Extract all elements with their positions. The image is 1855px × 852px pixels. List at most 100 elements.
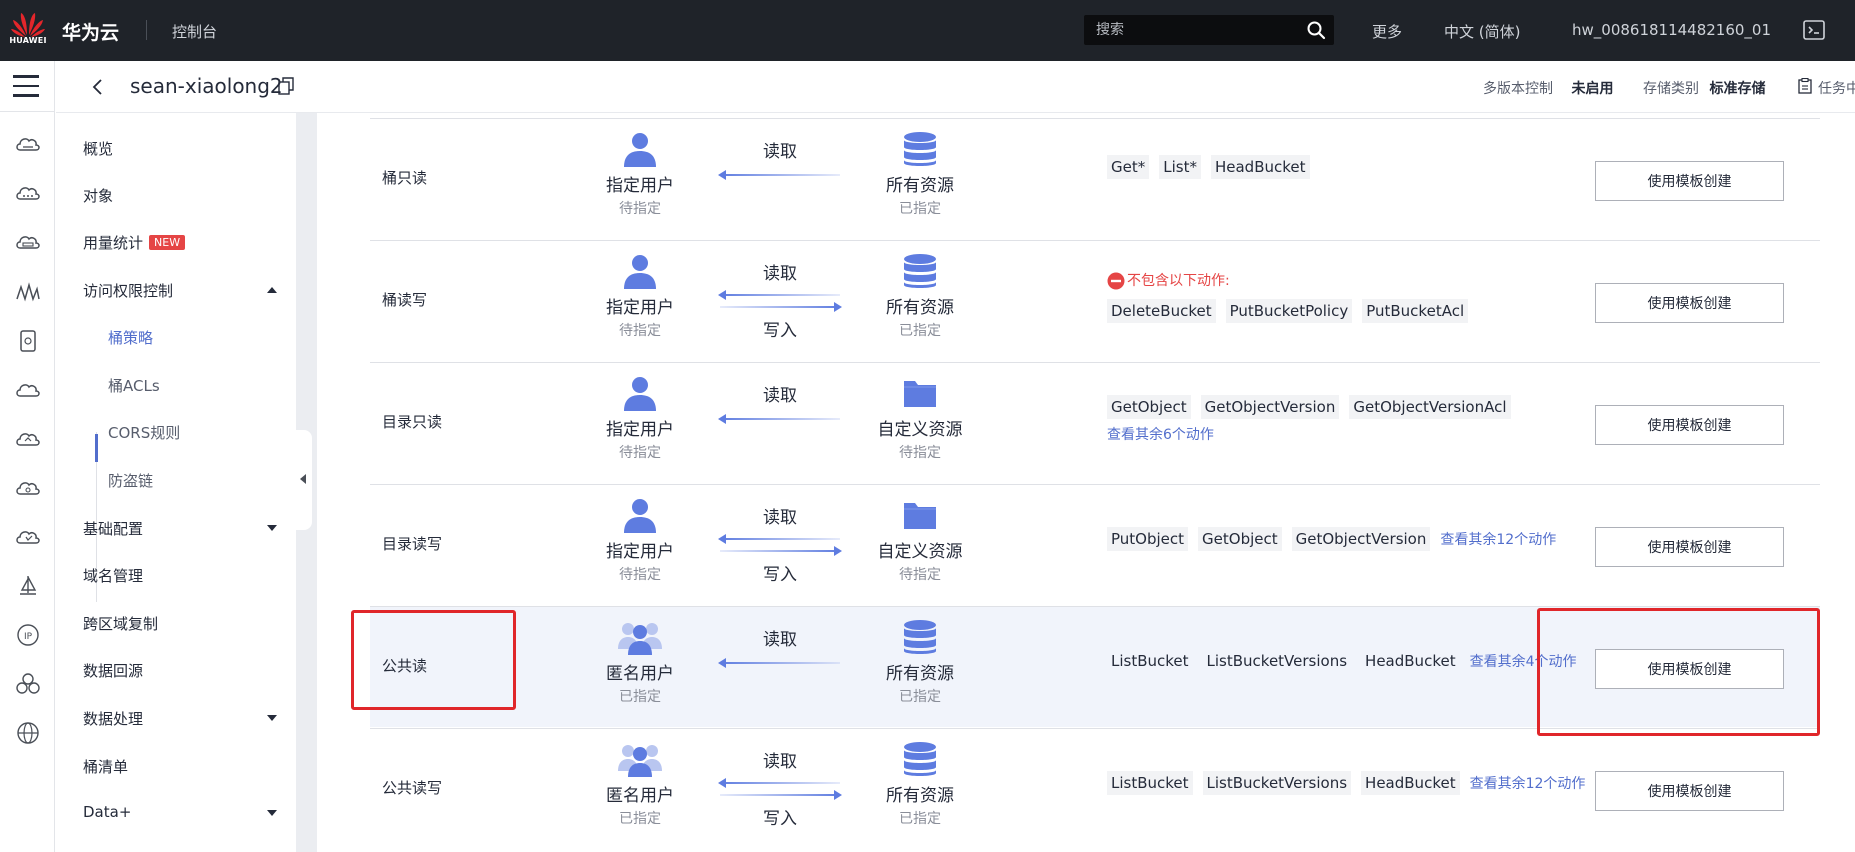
more-menu[interactable]: 更多 xyxy=(1372,21,1402,42)
create-from-template-button[interactable]: 使用模板创建 xyxy=(1595,405,1784,445)
nav-cors[interactable]: CORS规则 xyxy=(108,422,180,443)
task-icon[interactable] xyxy=(1798,78,1812,94)
principal: 匿名用户 已指定 xyxy=(580,741,700,828)
search-icon[interactable] xyxy=(1306,20,1326,40)
console-link[interactable]: 控制台 xyxy=(172,21,217,42)
chevron-down-icon[interactable] xyxy=(267,810,277,816)
cloud-shell-icon[interactable] xyxy=(1803,20,1825,40)
collapse-nav-button[interactable] xyxy=(292,430,312,530)
cloud-server-icon[interactable] xyxy=(15,132,41,158)
chevron-down-icon[interactable] xyxy=(267,525,277,531)
cloud-upload-icon[interactable] xyxy=(15,426,41,452)
sailboat-icon[interactable] xyxy=(15,573,41,599)
nav-bucket-acls[interactable]: 桶ACLs xyxy=(108,375,160,396)
task-center-link[interactable]: 任务中 xyxy=(1818,78,1855,98)
resource-status: 已指定 xyxy=(899,323,941,339)
resource-status: 已指定 xyxy=(899,201,941,217)
cloud-storage-icon[interactable] xyxy=(15,230,41,256)
create-from-template-button[interactable]: 使用模板创建 xyxy=(1595,283,1784,323)
principal-name: 指定用户 xyxy=(606,420,674,440)
write-arrow xyxy=(720,546,842,556)
chevron-down-icon[interactable] xyxy=(267,715,277,721)
more-actions-link[interactable]: 查看其余12个动作 xyxy=(1440,530,1556,550)
menu-icon[interactable] xyxy=(13,75,39,97)
write-label: 写入 xyxy=(763,809,797,829)
database-icon xyxy=(904,620,936,654)
storage-class-value: 标准存储 xyxy=(1709,81,1766,97)
principal-name: 指定用户 xyxy=(606,542,674,562)
action-tag: ListBucket xyxy=(1111,652,1189,670)
database-icon xyxy=(904,254,936,288)
nav-usage[interactable]: 用量统计 NEW xyxy=(83,232,186,253)
task-center-label[interactable]: 任务中 xyxy=(1818,81,1855,97)
chevron-up-icon[interactable] xyxy=(267,287,277,293)
brand-name[interactable]: 华为云 xyxy=(62,18,119,45)
database-icon xyxy=(904,132,936,166)
table-row: 桶只读 指定用户 待指定 读取 所有资源 已指定 Get* List* HeadBu… xyxy=(370,118,1820,239)
globe-icon[interactable] xyxy=(15,720,41,746)
create-from-template-button[interactable]: 使用模板创建 xyxy=(1595,771,1784,811)
nav-data-processing[interactable]: 数据处理 xyxy=(83,708,143,729)
nav-access-control[interactable]: 访问权限控制 xyxy=(83,280,173,301)
principal-name: 指定用户 xyxy=(606,298,674,318)
bucket-nav: 概览 对象 用量统计 NEW 访问权限控制 桶策略 桶ACLs CORS规则 防盗… xyxy=(56,113,296,852)
cloud-service-icon[interactable] xyxy=(15,377,41,403)
resource-name: 自定义资源 xyxy=(877,542,963,562)
nav-objects[interactable]: 对象 xyxy=(83,185,113,206)
divider xyxy=(0,111,55,112)
actions-cell: ListBucket ListBucketVersions HeadBucket 查看… xyxy=(1107,771,1585,795)
action-tag: HeadBucket xyxy=(1210,155,1310,179)
create-from-template-button[interactable]: 使用模板创建 xyxy=(1595,527,1784,567)
read-label: 读取 xyxy=(763,752,797,772)
template-name: 目录读写 xyxy=(382,535,443,553)
permission-arrows: 读取 写入 xyxy=(718,259,842,341)
search-input[interactable] xyxy=(1096,20,1296,40)
resource-name: 所有资源 xyxy=(886,298,954,318)
folder-icon xyxy=(904,381,936,407)
new-badge: NEW xyxy=(149,235,186,250)
nav-data-plus[interactable]: Data+ xyxy=(83,803,131,821)
more-actions-link[interactable]: 查看其余6个动作 xyxy=(1107,425,1214,445)
action-tag: PutBucketPolicy xyxy=(1225,299,1353,323)
read-arrow xyxy=(718,534,840,544)
more-actions-link[interactable]: 查看其余4个动作 xyxy=(1470,652,1577,672)
account-menu[interactable]: hw_008618114482160_01 xyxy=(1572,21,1771,39)
nav-bucket-policy[interactable]: 桶策略 xyxy=(108,327,153,348)
anonymous-users-icon xyxy=(618,745,662,777)
cloud-network-icon[interactable] xyxy=(15,475,41,501)
monitor-icon[interactable] xyxy=(15,279,41,305)
nav-domain[interactable]: 域名管理 xyxy=(83,565,143,586)
nav-cross-region[interactable]: 跨区域复制 xyxy=(83,613,158,634)
resource-name: 所有资源 xyxy=(886,664,954,684)
action-tag: PutBucketAcl xyxy=(1362,299,1469,323)
copy-icon[interactable] xyxy=(278,77,294,95)
nav-overview[interactable]: 概览 xyxy=(83,138,113,159)
ip-icon[interactable]: IP xyxy=(15,622,41,648)
search-box xyxy=(1084,15,1334,45)
collapse-arrow-icon xyxy=(300,474,306,484)
cloud-security-icon[interactable] xyxy=(15,524,41,550)
nav-basic-config[interactable]: 基础配置 xyxy=(83,518,143,539)
action-tag: HeadBucket xyxy=(1365,652,1456,670)
device-icon[interactable] xyxy=(15,328,41,354)
action-tag: HeadBucket xyxy=(1361,771,1460,795)
cloud-icon[interactable] xyxy=(15,181,41,207)
create-from-template-button[interactable]: 使用模板创建 xyxy=(1595,161,1784,201)
principal-status: 已指定 xyxy=(619,689,661,705)
bucket-header: sean-xiaolong2 多版本控制 未启用 存储类别 标准存储 任务中 xyxy=(56,61,1855,113)
anonymous-users-icon xyxy=(618,623,662,655)
create-from-template-button[interactable]: 使用模板创建 xyxy=(1595,649,1784,689)
table-row: 目录只读 指定用户 待指定 读取 自定义资源 待指定 GetObject GetO… xyxy=(370,362,1820,483)
language-menu[interactable]: 中文 (简体) xyxy=(1444,21,1520,42)
back-arrow-icon[interactable] xyxy=(88,76,108,98)
cluster-icon[interactable] xyxy=(15,671,41,697)
read-arrow xyxy=(718,290,840,300)
more-actions-link[interactable]: 查看其余12个动作 xyxy=(1470,774,1586,794)
read-label: 读取 xyxy=(763,508,797,528)
nav-back-to-source[interactable]: 数据回源 xyxy=(83,660,143,681)
principal-name: 匿名用户 xyxy=(606,664,674,684)
read-label: 读取 xyxy=(763,630,797,650)
nav-inventory[interactable]: 桶清单 xyxy=(83,756,128,777)
storage-class-info: 存储类别 标准存储 xyxy=(1643,78,1765,98)
nav-hotlink[interactable]: 防盗链 xyxy=(108,470,153,491)
